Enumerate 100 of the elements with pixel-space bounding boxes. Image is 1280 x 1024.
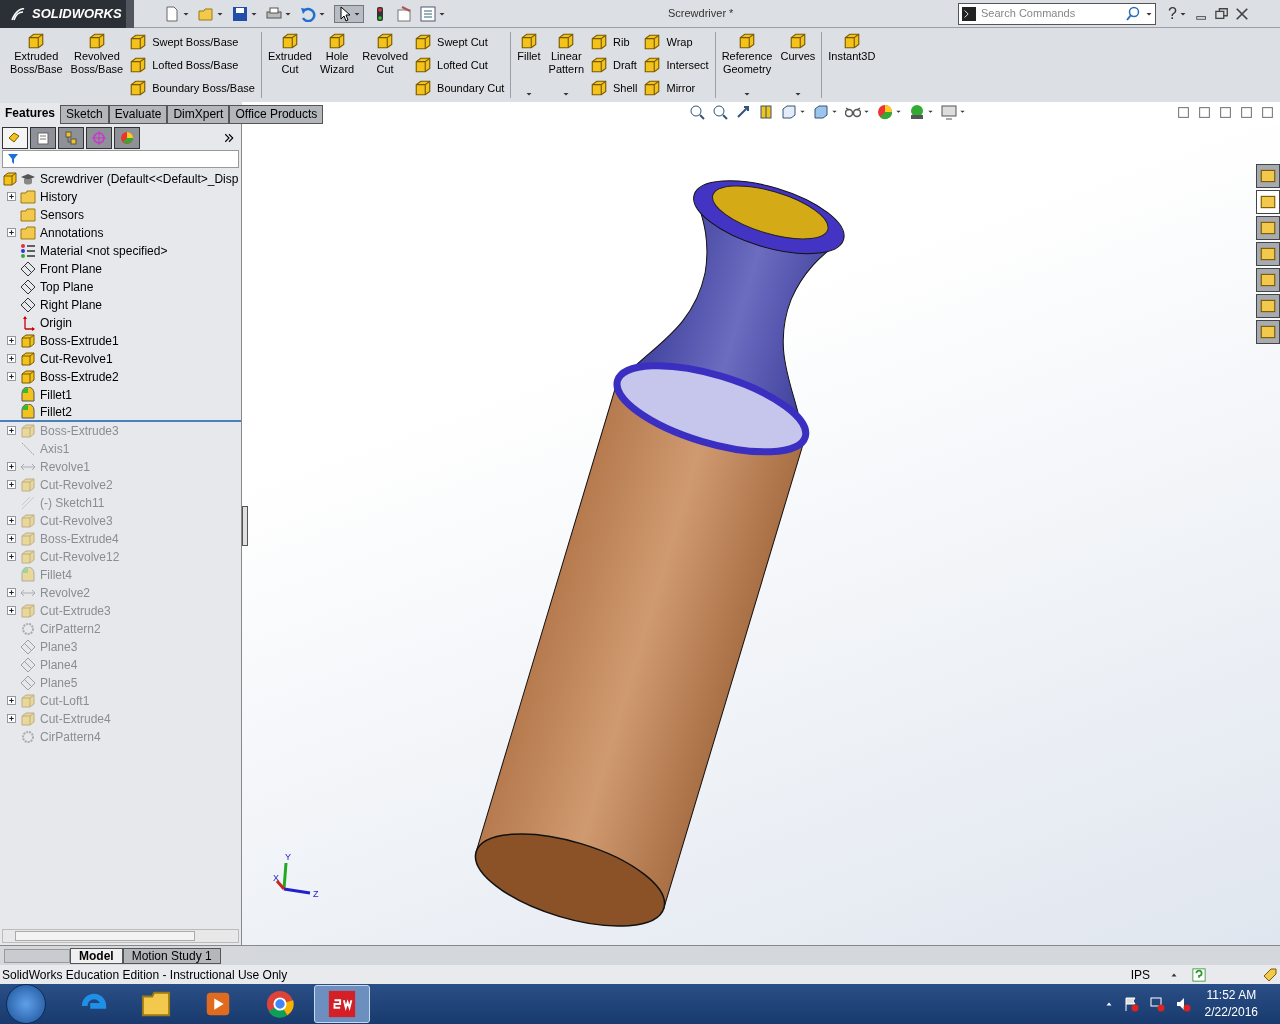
ribbon-button[interactable]: Boundary Cut (414, 78, 507, 98)
caret-up-icon[interactable] (1104, 1000, 1113, 1008)
tree-item[interactable]: Boss-Extrude1 (0, 331, 241, 350)
tab[interactable]: Evaluate (108, 104, 168, 124)
tree-item[interactable]: Right Plane (0, 295, 241, 314)
expand-plus-icon[interactable] (6, 228, 16, 238)
tree-item[interactable]: History (0, 187, 241, 206)
ribbon-button[interactable]: Shell (590, 78, 640, 98)
units-button[interactable]: IPS (1130, 965, 1150, 984)
speaker-icon[interactable] (1174, 996, 1191, 1012)
expand-plus-icon[interactable] (6, 588, 16, 598)
help-icon[interactable] (1192, 967, 1206, 982)
task-pane-tab[interactable] (1256, 293, 1280, 318)
expand-plus-icon[interactable] (6, 354, 16, 364)
expand-plus-icon[interactable] (6, 372, 16, 382)
ribbon-button[interactable]: Draft (590, 55, 640, 75)
panel-tab[interactable] (86, 126, 112, 149)
ribbon-button[interactable]: Fillet (515, 32, 543, 98)
search-commands-field[interactable]: Search Commands (958, 2, 1156, 25)
search-input[interactable]: Search Commands (981, 5, 1121, 22)
ribbon-button[interactable]: Reference Geometry (719, 32, 775, 98)
task-pane-tab[interactable] (1256, 215, 1280, 240)
view-toolbar-button[interactable] (781, 103, 807, 120)
expand-plus-icon[interactable] (6, 462, 16, 472)
tree-item[interactable]: Cut-Revolve1 (0, 349, 241, 368)
ribbon-button[interactable]: Extruded Cut (265, 32, 314, 98)
task-pane-tab[interactable] (1256, 163, 1280, 188)
tree-item[interactable]: Boss-Extrude2 (0, 367, 241, 386)
tree-item[interactable]: Sensors (0, 205, 241, 224)
ribbon-button[interactable]: Revolved Cut (360, 32, 411, 98)
clock[interactable]: 11:52 AM 2/22/2016 (1204, 987, 1258, 1021)
ribbon-button[interactable]: Revolved Boss/Base (68, 32, 126, 98)
view-toolbar-button[interactable] (712, 103, 729, 120)
ribbon-button[interactable]: Swept Boss/Base (129, 32, 257, 52)
ribbon-button[interactable]: Extruded Boss/Base (8, 32, 65, 98)
tag-icon[interactable] (1262, 966, 1278, 983)
panel-tab[interactable] (114, 126, 140, 149)
tree-item[interactable]: Material <not specified> (0, 241, 241, 260)
horizontal-scrollbar[interactable] (2, 929, 239, 944)
tab[interactable]: Sketch (60, 104, 109, 124)
flag-icon[interactable] (1122, 996, 1139, 1012)
ribbon-button[interactable]: Swept Cut (414, 32, 507, 52)
options-icon[interactable] (396, 5, 412, 22)
ribbon-button[interactable]: Curves (778, 32, 818, 98)
panel-tab[interactable] (58, 126, 84, 149)
expand-plus-icon[interactable] (6, 336, 16, 346)
filter-field[interactable] (2, 149, 239, 168)
toolbar-button[interactable] (164, 5, 190, 22)
tree-item[interactable]: Top Plane (0, 277, 241, 296)
expand-plus-icon[interactable] (6, 192, 16, 202)
tree-item[interactable]: Front Plane (0, 259, 241, 278)
ribbon-button[interactable]: Boundary Boss/Base (129, 78, 257, 98)
ribbon-button[interactable]: Wrap (643, 32, 711, 52)
tab[interactable]: Features (0, 102, 61, 124)
help-button[interactable]: ? (1168, 1, 1187, 26)
tree-item[interactable]: Annotations (0, 223, 241, 242)
panel-tab[interactable] (2, 126, 28, 149)
task-pane-tab[interactable] (1256, 241, 1280, 266)
network-icon[interactable] (1148, 996, 1165, 1012)
ribbon-button[interactable]: Lofted Boss/Base (129, 55, 257, 75)
tree-root-item[interactable]: Screwdriver (Default<<Default>_Disp (0, 169, 241, 188)
start-button[interactable] (6, 984, 46, 1024)
ribbon-button[interactable]: Instant3D (826, 32, 878, 98)
ribbon-button[interactable]: Rib (590, 32, 640, 52)
ribbon-button[interactable]: Lofted Cut (414, 55, 507, 75)
ribbon-button[interactable]: Intersect (643, 55, 711, 75)
expand-plus-icon[interactable] (6, 714, 16, 724)
expand-plus-icon[interactable] (6, 534, 16, 544)
panel-collapse-handle[interactable] (242, 505, 248, 546)
task-pane-tab[interactable] (1256, 267, 1280, 292)
view-toolbar-button[interactable] (758, 103, 775, 120)
expand-plus-icon[interactable] (6, 426, 16, 436)
view-toolbar-button[interactable] (689, 103, 706, 120)
tree-item[interactable]: Fillet1 (0, 385, 241, 404)
toolbar-button[interactable] (232, 5, 258, 22)
tab[interactable]: Motion Study 1 (122, 947, 221, 964)
task-pane-tab[interactable] (1256, 189, 1280, 214)
screwdriver-handle-drawing[interactable] (474, 180, 845, 927)
tree-item[interactable]: Origin (0, 313, 241, 332)
tree-item[interactable]: Fillet2 (0, 403, 241, 422)
toolbar-grip[interactable] (126, 0, 134, 28)
tab[interactable]: Office Products (229, 104, 324, 124)
view-toolbar-button[interactable] (735, 103, 752, 120)
view-toolbar-button[interactable] (877, 103, 903, 120)
ribbon-button[interactable]: Linear Pattern (546, 32, 586, 98)
expand-plus-icon[interactable] (6, 480, 16, 490)
expand-plus-icon[interactable] (6, 552, 16, 562)
task-pane-tab[interactable] (1256, 319, 1280, 344)
expand-plus-icon[interactable] (6, 516, 16, 526)
expand-plus-icon[interactable] (6, 696, 16, 706)
view-toolbar-button[interactable] (813, 103, 839, 120)
ribbon-button[interactable]: Mirror (643, 78, 711, 98)
tab[interactable]: DimXpert (167, 104, 230, 124)
taskbar-button[interactable] (314, 985, 370, 1023)
toolbar-button[interactable] (420, 5, 446, 22)
graphics-area[interactable]: Y X Z (242, 123, 1280, 946)
ribbon-button[interactable]: Hole Wizard (317, 32, 357, 98)
toolbar-button[interactable] (300, 5, 326, 22)
view-toolbar-button[interactable] (909, 103, 935, 120)
expand-plus-icon[interactable] (6, 606, 16, 616)
